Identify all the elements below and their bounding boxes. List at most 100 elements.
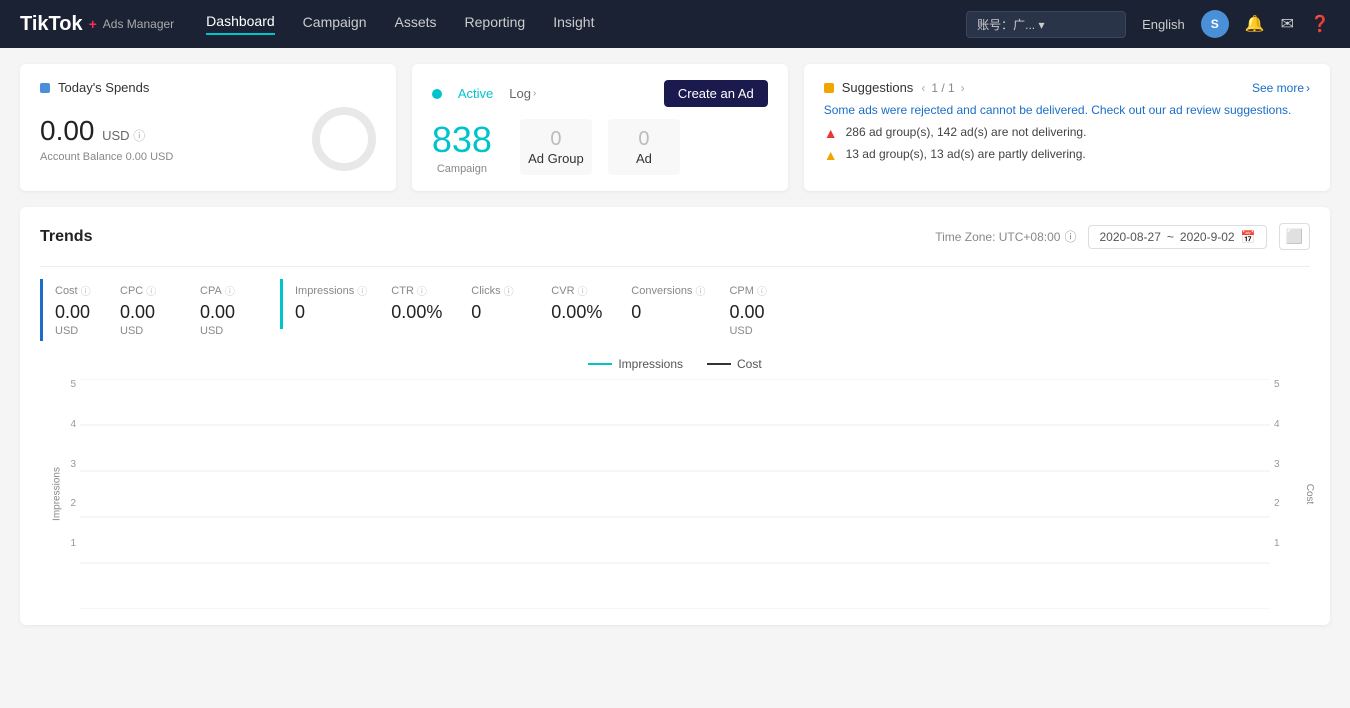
metric-cpa-label: CPA ⓘ (200, 283, 256, 298)
suggestions-title-row: Suggestions ‹ 1 / 1 › (824, 80, 965, 95)
active-header: Active Log › Create an Ad (432, 80, 768, 107)
timezone-text: Time Zone: UTC+08:00 (935, 230, 1060, 244)
trends-header: Trends Time Zone: UTC+08:00 ⓘ 2020-08-27… (40, 223, 1310, 250)
spends-body: 0.00 USD ⓘ Account Balance 0.00 USD (40, 107, 376, 171)
ad-group-num: 0 (550, 128, 561, 151)
metric-ctr-label: CTR ⓘ (391, 283, 447, 298)
notification-icon[interactable]: 🔔 (1245, 14, 1265, 34)
spends-info-icon[interactable]: ⓘ (133, 129, 145, 143)
nav-insight[interactable]: Insight (553, 14, 594, 34)
metric-cpm: CPM ⓘ 0.00 USD (729, 279, 809, 341)
active-tab[interactable]: Active (458, 86, 493, 101)
y-right-4: 4 (1270, 419, 1280, 430)
legend-impressions-line (588, 363, 612, 365)
metric-cpa-unit: USD (200, 325, 256, 337)
alert-yellow-icon: ▲ (824, 147, 838, 163)
date-range-picker[interactable]: 2020-08-27 ~ 2020-9-02 📅 (1088, 225, 1266, 249)
account-selector-text: 账号：广... ▾ (977, 16, 1044, 33)
metric-clicks-info[interactable]: ⓘ (504, 283, 514, 298)
suggestion-text-1: 286 ad group(s), 142 ad(s) are not deliv… (846, 125, 1087, 139)
metric-cpc: CPC ⓘ 0.00 USD (120, 279, 200, 341)
metric-impressions-label: Impressions ⓘ (295, 283, 367, 298)
export-button[interactable]: ⬜ (1279, 223, 1310, 250)
log-tab-label: Log (509, 86, 531, 101)
y-right-1: 1 (1270, 538, 1280, 549)
nav-campaign[interactable]: Campaign (303, 14, 367, 34)
trends-title: Trends (40, 228, 92, 246)
spends-title: Today's Spends (40, 80, 149, 95)
metric-cpc-info[interactable]: ⓘ (146, 283, 156, 298)
metrics-row: Cost ⓘ 0.00 USD CPC ⓘ 0.00 USD CPA ⓘ (40, 266, 1310, 341)
metric-cvr-label: CVR ⓘ (551, 283, 607, 298)
log-chevron-icon: › (533, 88, 536, 99)
metric-impressions-info[interactable]: ⓘ (357, 283, 367, 298)
metric-cpm-value: 0.00 (729, 302, 785, 323)
y-right-2: 2 (1270, 498, 1280, 509)
legend-cost: Cost (707, 357, 762, 371)
language-selector[interactable]: English (1142, 17, 1185, 32)
legend-cost-label: Cost (737, 357, 762, 371)
suggestion-item-2: ▲ 13 ad group(s), 13 ad(s) are partly de… (824, 147, 1310, 163)
logo-plus: + (89, 16, 97, 32)
trends-controls: Time Zone: UTC+08:00 ⓘ 2020-08-27 ~ 2020… (935, 223, 1310, 250)
legend-cost-line (707, 363, 731, 365)
campaign-label: Campaign (432, 163, 492, 175)
mail-icon[interactable]: ✉ (1281, 14, 1294, 34)
create-ad-button[interactable]: Create an Ad (664, 80, 768, 107)
y-left-4: 4 (70, 419, 80, 430)
timezone-display: Time Zone: UTC+08:00 ⓘ (935, 228, 1076, 245)
metric-cost-value: 0.00 (55, 302, 96, 323)
metric-cpm-label: CPM ⓘ (729, 283, 785, 298)
todays-spends-card: Today's Spends 0.00 USD ⓘ Account Balanc… (20, 64, 396, 191)
suggestions-header: Suggestions ‹ 1 / 1 › See more › (824, 80, 1310, 95)
suggestion-item-1: ▲ 286 ad group(s), 142 ad(s) are not del… (824, 125, 1310, 141)
metric-conversions-info[interactable]: ⓘ (695, 283, 705, 298)
pagination-next[interactable]: › (961, 81, 965, 95)
nav-dashboard[interactable]: Dashboard (206, 13, 275, 35)
metric-ctr-value: 0.00% (391, 302, 447, 323)
campaign-stat: 838 Campaign (432, 119, 512, 175)
metric-cpm-info[interactable]: ⓘ (757, 283, 767, 298)
avatar[interactable]: S (1201, 10, 1229, 38)
see-more-link[interactable]: See more › (1252, 81, 1310, 95)
metric-clicks: Clicks ⓘ 0 (471, 279, 551, 327)
metric-ctr: CTR ⓘ 0.00% (391, 279, 471, 327)
suggestions-card: Suggestions ‹ 1 / 1 › See more › Some ad… (804, 64, 1330, 191)
metric-impressions-value: 0 (295, 302, 367, 323)
nav-links: Dashboard Campaign Assets Reporting Insi… (206, 13, 934, 35)
metric-conversions: Conversions ⓘ 0 (631, 279, 729, 327)
see-more-chevron-icon: › (1306, 81, 1310, 95)
suggestion-text-2: 13 ad group(s), 13 ad(s) are partly deli… (846, 147, 1086, 161)
pagination-prev[interactable]: ‹ (921, 81, 925, 95)
trends-section: Trends Time Zone: UTC+08:00 ⓘ 2020-08-27… (20, 207, 1330, 625)
nav-right: 账号：广... ▾ English S 🔔 ✉ ❓ (966, 10, 1330, 38)
logo-text: TikTok (20, 13, 83, 36)
suggestions-alert-text: Some ads were rejected and cannot be del… (824, 103, 1310, 117)
metric-cost-info[interactable]: ⓘ (81, 283, 91, 298)
logo: TikTok + Ads Manager (20, 13, 174, 36)
timezone-info-icon[interactable]: ⓘ (1064, 228, 1076, 245)
metric-cpa-info[interactable]: ⓘ (225, 283, 235, 298)
spends-value: 0.00 (40, 115, 95, 146)
y-right-5: 5 (1270, 379, 1280, 390)
account-balance: Account Balance 0.00 USD (40, 151, 173, 163)
see-more-text: See more (1252, 81, 1304, 95)
chart-svg (80, 379, 1270, 609)
account-selector[interactable]: 账号：广... ▾ (966, 11, 1126, 38)
metric-cvr-info[interactable]: ⓘ (578, 283, 588, 298)
nav-assets[interactable]: Assets (395, 14, 437, 34)
metric-ctr-info[interactable]: ⓘ (417, 283, 427, 298)
chart-area: Impressions 5 4 3 2 1 0 (40, 379, 1310, 609)
top-cards: Today's Spends 0.00 USD ⓘ Account Balanc… (20, 64, 1330, 191)
nav-reporting[interactable]: Reporting (465, 14, 526, 34)
metric-cost-label: Cost ⓘ (55, 283, 96, 298)
ad-stat: 0 Ad (608, 119, 680, 175)
metric-cvr: CVR ⓘ 0.00% (551, 279, 631, 327)
ad-group-stat: 0 Ad Group (520, 119, 592, 175)
ads-manager-label: Ads Manager (103, 17, 174, 31)
ad-label: Ad (636, 151, 652, 166)
cost-vertical-label: Cost (1304, 484, 1315, 505)
help-icon[interactable]: ❓ (1310, 14, 1330, 34)
log-tab[interactable]: Log › (509, 86, 536, 101)
y-left-2: 2 (70, 498, 80, 509)
